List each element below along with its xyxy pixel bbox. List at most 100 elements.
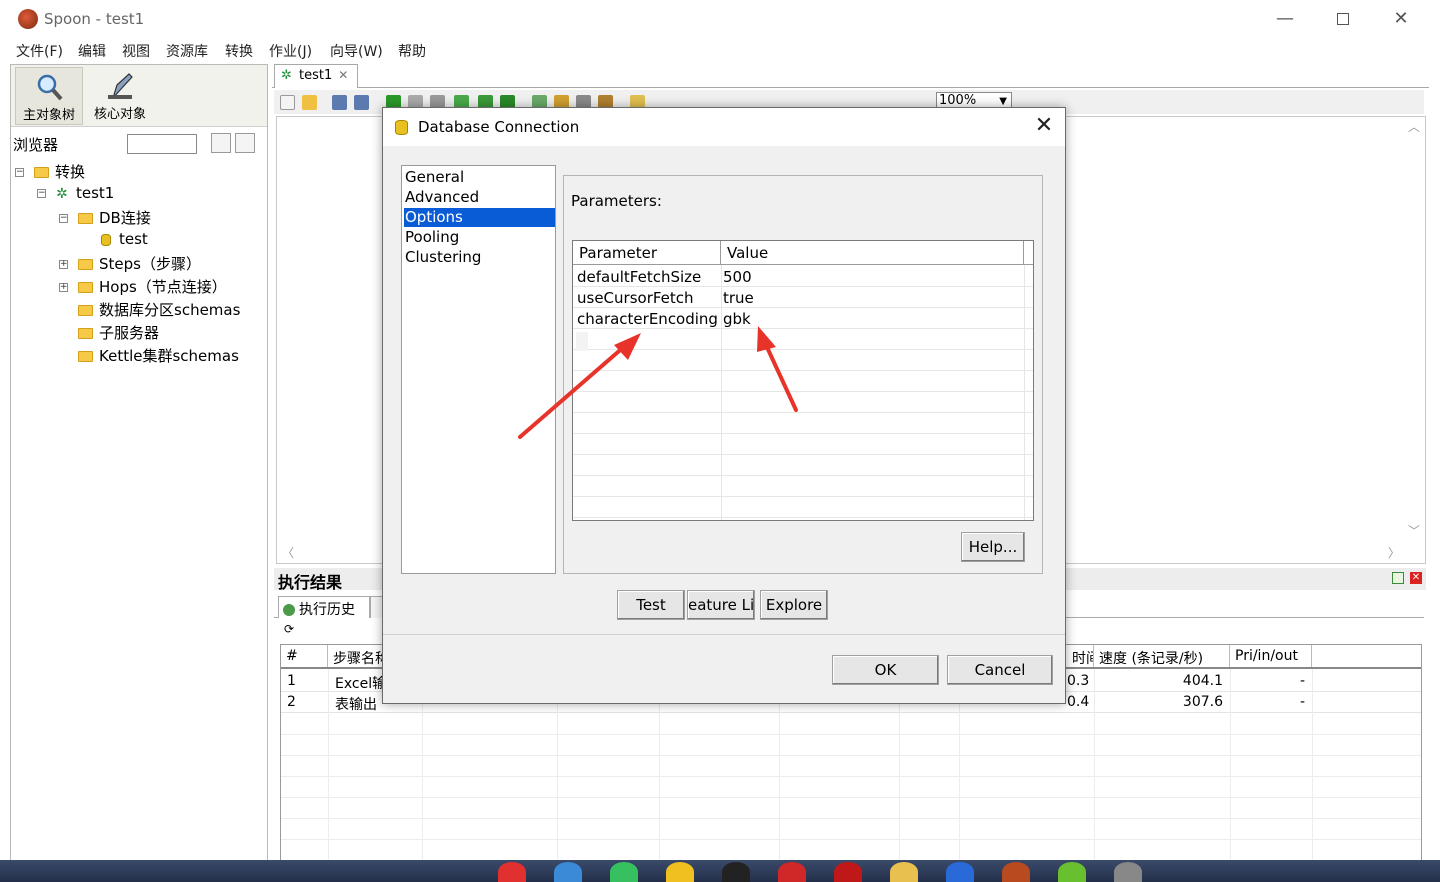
menu-transform[interactable]: 转换 [225,41,253,61]
menu-edit[interactable]: 编辑 [78,41,106,61]
row-step-name: Excel输 [335,676,387,692]
table-row[interactable] [573,392,1033,413]
tree-node-partition-schemas[interactable]: 数据库分区schemas [78,299,240,321]
file-tab-test1[interactable]: ✲ test1 ✕ [274,64,358,88]
taskbar-app-icon[interactable] [666,862,694,882]
table-row[interactable] [573,329,1033,350]
menu-help[interactable]: 帮助 [398,41,426,61]
help-button[interactable]: Help... [961,532,1025,562]
taskbar-app-icon[interactable] [498,862,526,882]
close-panel-icon[interactable]: ✕ [1410,572,1422,584]
tree-node-transforms[interactable]: − 转换 [15,161,85,183]
param-name[interactable]: characterEncoding [577,308,718,329]
expand-icon[interactable]: + [59,260,68,269]
table-row[interactable]: useCursorFetch true [573,287,1033,308]
scroll-up-icon[interactable]: ︿ [1408,118,1420,135]
edit-cursor-cell[interactable] [576,332,588,351]
nav-item-clustering[interactable]: Clustering [404,248,555,267]
row-step-name: 表输出 [335,697,377,713]
menu-file[interactable]: 文件(F) [16,41,63,61]
maximize-panel-icon[interactable] [1392,572,1404,584]
collapse-icon[interactable]: − [37,189,46,198]
taskbar-app-icon[interactable] [1114,862,1142,882]
folder-app-icon[interactable] [890,862,918,882]
spoon-app-icon[interactable] [1002,862,1030,882]
collapse-icon[interactable]: − [15,168,24,177]
qq-app-icon[interactable] [722,862,750,882]
main-object-tree-button[interactable]: 主对象树 [15,67,83,125]
tree-search-input[interactable] [127,134,197,154]
nav-item-general[interactable]: General [404,168,555,187]
param-name[interactable]: useCursorFetch [577,287,694,308]
grid-row-line [281,818,1421,819]
tree-node-test1[interactable]: − ✲ test1 [37,184,114,206]
scroll-right-icon[interactable]: 〉 [1388,544,1400,561]
menu-repository[interactable]: 资源库 [166,41,208,61]
close-tab-icon[interactable]: ✕ [338,68,348,82]
row-time: 0.4 [1067,694,1090,710]
minimize-button[interactable]: — [1262,6,1308,32]
tree-node-cluster-schemas[interactable]: Kettle集群schemas [78,345,239,367]
ok-button[interactable]: OK [832,655,939,685]
save-as-icon[interactable] [354,95,369,110]
maximize-button[interactable] [1320,6,1366,32]
tree-node-hops[interactable]: + Hops（节点连接） [59,276,227,298]
scroll-left-icon[interactable]: 〈 [282,544,294,561]
nav-item-pooling[interactable]: Pooling [404,228,555,247]
player-app-icon[interactable] [610,862,638,882]
core-objects-button[interactable]: 核心对象 [85,67,155,125]
taskbar-app-icon[interactable] [946,862,974,882]
menu-wizard[interactable]: 向导(W) [330,41,383,61]
param-value[interactable]: gbk [723,308,751,329]
table-row[interactable]: defaultFetchSize 500 [573,266,1033,287]
music-app-icon[interactable] [778,862,806,882]
nav-item-options[interactable]: Options [404,208,555,227]
table-row[interactable] [573,455,1033,476]
tree-node-slave-servers[interactable]: 子服务器 [78,322,159,344]
feature-list-button[interactable]: eature Li [687,590,755,620]
col-parameter[interactable]: Parameter [573,241,721,264]
taskbar-app-icon[interactable] [834,862,862,882]
menu-view[interactable]: 视图 [122,41,150,61]
refresh-icon[interactable]: ⟳ [284,622,294,636]
table-row[interactable] [573,371,1033,392]
table-row[interactable] [573,497,1033,518]
tree-node-label: Steps（步骤） [99,255,201,273]
table-row[interactable] [573,476,1033,497]
collapse-all-button[interactable] [235,133,255,153]
grid-col-speed[interactable]: 速度 (条记录/秒) [1094,645,1230,667]
expand-all-button[interactable] [211,133,231,153]
expand-icon[interactable]: + [59,283,68,292]
save-icon[interactable] [332,95,347,110]
table-row[interactable] [573,434,1033,455]
tree-node-test-connection[interactable]: test [101,230,148,252]
close-window-button[interactable]: ✕ [1378,6,1424,32]
taskbar-app-icon[interactable] [1058,862,1086,882]
tab-execution-history[interactable]: 执行历史 [278,596,370,618]
grid-col-pio[interactable]: Pri/in/out [1230,645,1312,667]
table-row[interactable] [573,413,1033,434]
test-button[interactable]: Test [617,590,685,620]
results-title: 执行结果 [278,573,343,592]
scroll-down-icon[interactable]: ﹀ [1408,522,1420,539]
param-value[interactable]: 500 [723,266,752,287]
browser-app-icon[interactable] [554,862,582,882]
tree-node-db-connections[interactable]: − DB连接 [59,207,151,229]
nav-item-advanced[interactable]: Advanced [404,188,555,207]
grid-col-time[interactable]: 时间 [1067,645,1094,667]
col-value[interactable]: Value [721,241,1024,264]
table-row[interactable]: characterEncoding gbk [573,308,1033,329]
explore-button[interactable]: Explore [760,590,828,620]
grid-col-num[interactable]: # [281,645,328,667]
param-name[interactable]: defaultFetchSize [577,266,701,287]
open-file-icon[interactable] [302,95,317,110]
dialog-close-button[interactable]: ✕ [1031,114,1057,140]
chevron-down-icon: ▼ [999,96,1007,107]
table-row[interactable] [573,350,1033,371]
new-file-icon[interactable] [280,95,295,110]
cancel-button[interactable]: Cancel [947,655,1053,685]
menu-job[interactable]: 作业(J) [269,41,312,61]
collapse-icon[interactable]: − [59,214,68,223]
tree-node-steps[interactable]: + Steps（步骤） [59,253,201,275]
param-value[interactable]: true [723,287,754,308]
